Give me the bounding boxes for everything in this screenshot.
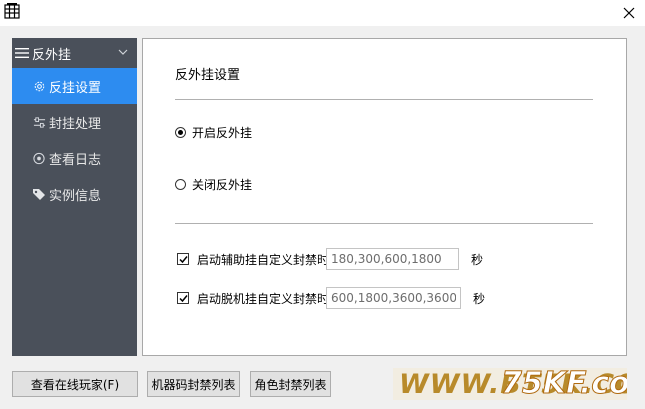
view-online-players-button[interactable]: 查看在线玩家(F) bbox=[12, 371, 138, 397]
assist-ban-times-input[interactable] bbox=[326, 248, 459, 270]
assist-ban-unit: 秒 bbox=[471, 252, 484, 267]
bot-ban-checkbox[interactable] bbox=[177, 292, 189, 304]
checkmark-icon bbox=[178, 294, 188, 302]
window-client: 反外挂 反挂设置 封挂处理 查看日志 实例信息 反外挂设置 开启反外挂 关闭反外… bbox=[0, 26, 645, 409]
radio-label: 开启反外挂 bbox=[192, 126, 253, 140]
role-ban-list-button[interactable]: 角色封禁列表 bbox=[250, 371, 331, 397]
sidebar-item-label: 实例信息 bbox=[49, 188, 102, 204]
assist-ban-label: 启动辅助挂自定义封禁时 bbox=[197, 252, 326, 267]
sidebar: 反外挂 反挂设置 封挂处理 查看日志 实例信息 bbox=[12, 38, 137, 356]
sidebar-item-label: 查看日志 bbox=[49, 152, 102, 168]
assist-ban-checkbox[interactable] bbox=[177, 253, 189, 265]
watermark-overlay: 75KF.com bbox=[501, 368, 627, 400]
machine-ban-list-button[interactable]: 机器码封禁列表 bbox=[147, 371, 240, 397]
site-watermark: WWW.BT5K.COM 75KF.com bbox=[393, 368, 627, 400]
radio-label: 关闭反外挂 bbox=[192, 178, 253, 192]
settings-panel: 反外挂设置 开启反外挂 关闭反外挂 启动辅助挂自定义封禁时 秒 bbox=[142, 38, 627, 356]
bot-ban-row: 启动脱机挂自定义封禁时 秒 bbox=[177, 287, 485, 309]
sidebar-group-label: 反外挂 bbox=[32, 47, 72, 63]
sidebar-group-anticheat[interactable]: 反外挂 bbox=[12, 38, 137, 68]
radio-enable-anticheat[interactable]: 开启反外挂 bbox=[175, 124, 252, 141]
sidebar-item-instance-info[interactable]: 实例信息 bbox=[12, 176, 137, 212]
title-bar bbox=[0, 0, 645, 26]
radio-button-checked[interactable] bbox=[175, 127, 186, 138]
bot-ban-times-input[interactable] bbox=[326, 287, 461, 309]
divider-middle bbox=[175, 223, 593, 224]
sidebar-item-anticheat-settings[interactable]: 反挂设置 bbox=[12, 68, 137, 104]
sliders-icon bbox=[32, 115, 46, 129]
sidebar-item-view-log[interactable]: 查看日志 bbox=[12, 140, 137, 176]
bot-ban-label: 启动脱机挂自定义封禁时 bbox=[197, 291, 326, 306]
radio-disable-anticheat[interactable]: 关闭反外挂 bbox=[175, 176, 252, 193]
checkmark-icon bbox=[178, 255, 188, 263]
close-button[interactable] bbox=[613, 0, 645, 26]
divider-top bbox=[175, 99, 593, 100]
sidebar-item-label: 封挂处理 bbox=[49, 116, 102, 132]
sidebar-item-label: 反挂设置 bbox=[49, 80, 102, 96]
assist-ban-row: 启动辅助挂自定义封禁时 秒 bbox=[177, 248, 483, 270]
gear-icon bbox=[32, 79, 46, 93]
chevron-down-icon bbox=[118, 49, 128, 55]
close-icon bbox=[623, 7, 635, 19]
sidebar-item-ban-handling[interactable]: 封挂处理 bbox=[12, 104, 137, 140]
panel-title: 反外挂设置 bbox=[175, 68, 241, 83]
hamburger-icon bbox=[15, 48, 29, 58]
bot-ban-unit: 秒 bbox=[473, 291, 486, 306]
eye-icon bbox=[32, 151, 46, 165]
radio-button[interactable] bbox=[175, 179, 186, 190]
tag-icon bbox=[32, 187, 46, 201]
grid-window-icon bbox=[4, 3, 20, 19]
